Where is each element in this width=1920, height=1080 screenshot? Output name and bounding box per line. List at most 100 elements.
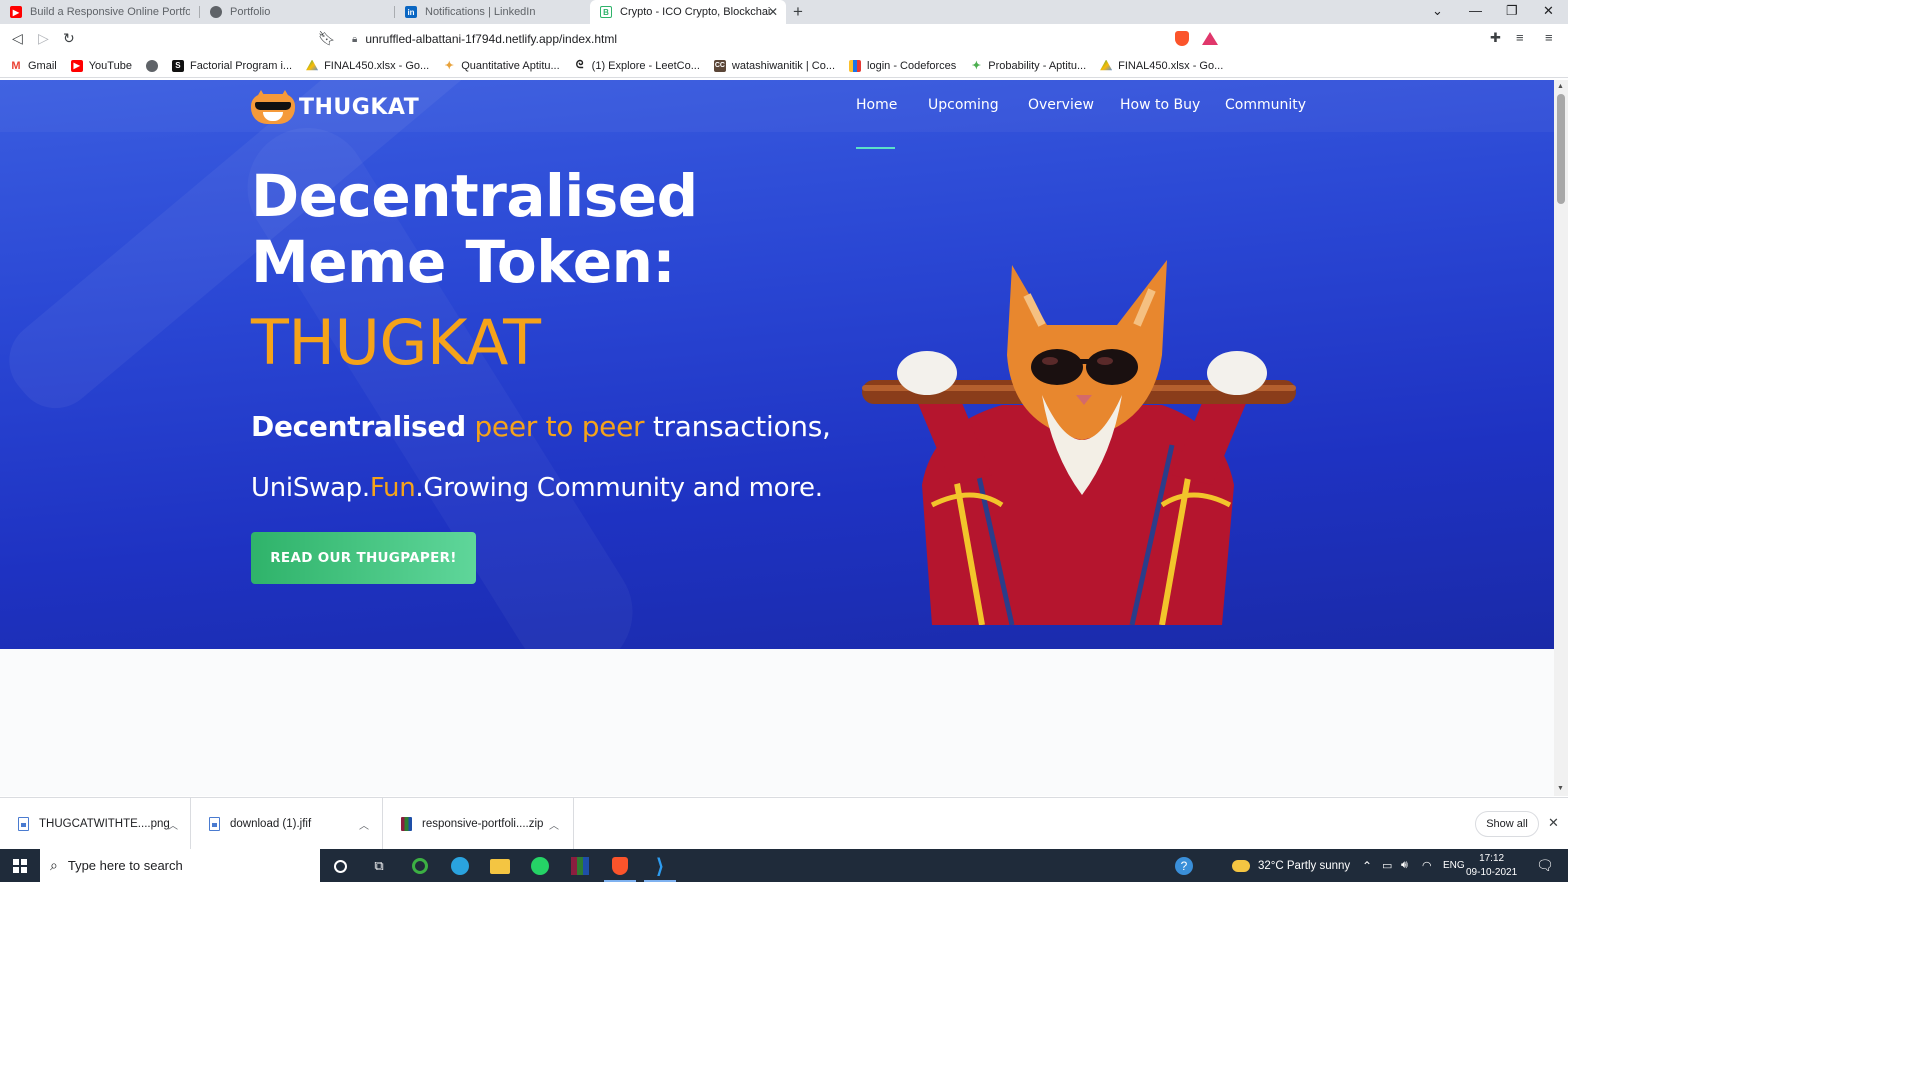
nav-active-indicator xyxy=(856,147,895,149)
reading-list-icon[interactable]: ≡ xyxy=(1516,30,1524,45)
youtube-icon: ▶ xyxy=(10,6,22,18)
menu-icon[interactable]: ≡ xyxy=(1545,30,1553,45)
tagline-text: UniSwap. xyxy=(251,473,370,503)
bookmark-quant[interactable]: ✦ Quantitative Aptitu... xyxy=(443,59,560,72)
bookmark-final450-2[interactable]: FINAL450.xlsx - Go... xyxy=(1100,59,1224,72)
nav-community[interactable]: Community xyxy=(1225,97,1306,113)
nav-overview[interactable]: Overview xyxy=(1028,97,1094,113)
codeforces-icon xyxy=(849,59,862,72)
globe-icon xyxy=(145,59,158,72)
scrollbar-thumb[interactable] xyxy=(1557,94,1565,204)
bookmark-label: Gmail xyxy=(28,59,57,72)
telegram-icon[interactable] xyxy=(448,854,472,878)
download-item[interactable]: THUGCATWITHTE....png ︿ xyxy=(0,798,191,850)
app-green-circle-icon[interactable] xyxy=(408,854,432,878)
bookmark-youtube[interactable]: ▶ YouTube xyxy=(70,59,132,72)
task-view-icon[interactable]: ⧉ xyxy=(367,854,391,878)
chevron-up-icon[interactable]: ︿ xyxy=(549,817,559,832)
aptitude-icon: ✦ xyxy=(970,59,983,72)
download-item[interactable]: download (1).jfif ︿ xyxy=(191,798,383,850)
address-bar[interactable]: 🔒︎ unruffled-albattani-1f794d.netlify.ap… xyxy=(340,27,1225,51)
vscode-taskbar-icon[interactable]: ⟩ xyxy=(644,854,676,882)
taskbar-search-input[interactable]: ⌕ Type here to search xyxy=(40,849,320,882)
tagline-2: UniSwap.Fun.Growing Community and more. xyxy=(251,473,823,503)
browser-toolbar: ◁ ▷ ↻ 🔖︎ 🔒︎ unruffled-albattani-1f794d.n… xyxy=(0,24,1568,54)
page-scrollbar[interactable]: ▲ ▼ xyxy=(1554,80,1568,796)
brave-taskbar-icon[interactable] xyxy=(604,854,636,882)
close-window-icon[interactable]: ✕ xyxy=(1543,3,1554,19)
tab-crypto[interactable]: B Crypto - ICO Crypto, Blockchain & ✕ xyxy=(590,0,786,24)
show-all-downloads-button[interactable]: Show all xyxy=(1475,811,1539,837)
close-downloads-icon[interactable]: ✕ xyxy=(1548,815,1559,831)
windows-start-icon[interactable] xyxy=(13,859,27,873)
notifications-icon[interactable]: 🗨︎ xyxy=(1536,849,1554,882)
tagline-highlight: Fun xyxy=(369,473,416,503)
tab-portfolio[interactable]: Portfolio xyxy=(200,0,395,24)
whatsapp-icon[interactable] xyxy=(528,854,552,878)
tagline-highlight: peer to peer xyxy=(474,410,645,443)
gmail-icon: M xyxy=(10,59,22,72)
hero-section: THUGKAT Home Upcoming Overview How to Bu… xyxy=(0,80,1554,649)
new-tab-icon[interactable]: + xyxy=(793,2,803,22)
nav-how-to-buy[interactable]: How to Buy xyxy=(1120,97,1200,113)
winrar-taskbar-icon[interactable] xyxy=(568,854,592,878)
download-item[interactable]: responsive-portfoli....zip ︿ xyxy=(383,798,574,850)
windows-taskbar: ⌕ Type here to search ⧉ ⟩ ? 32°C Partly … xyxy=(0,849,1568,882)
search-icon: ⌕ xyxy=(50,857,58,873)
headline-line-2: Meme Token: xyxy=(251,228,676,296)
file-explorer-icon[interactable] xyxy=(488,854,512,878)
scroll-down-icon[interactable]: ▼ xyxy=(1557,785,1564,792)
page-viewport: THUGKAT Home Upcoming Overview How to Bu… xyxy=(0,80,1554,796)
extensions-icon[interactable]: ✚ xyxy=(1490,30,1501,46)
thugcat-mascot-image xyxy=(862,260,1296,625)
bookmark-codeforces[interactable]: login - Codeforces xyxy=(849,59,956,72)
chevron-up-icon[interactable]: ︿ xyxy=(168,817,178,832)
cortana-icon[interactable] xyxy=(328,854,352,878)
tab-title: Notifications | LinkedIn xyxy=(425,6,536,18)
site-header xyxy=(0,80,1554,132)
weather-widget[interactable]: 32°C Partly sunny xyxy=(1232,849,1350,882)
bookmark-factorial[interactable]: S Factorial Program i... xyxy=(171,59,292,72)
show-hidden-icons-icon[interactable]: ⌃ xyxy=(1362,849,1372,882)
nav-upcoming[interactable]: Upcoming xyxy=(928,97,999,113)
close-tab-icon[interactable]: ✕ xyxy=(768,5,778,19)
minimize-icon[interactable]: — xyxy=(1469,3,1482,18)
help-icon[interactable]: ? xyxy=(1175,849,1193,882)
bookmark-label: FINAL450.xlsx - Go... xyxy=(1118,59,1224,72)
bookmark-probability[interactable]: ✦ Probability - Aptitu... xyxy=(970,59,1086,72)
bookmark-leetcode[interactable]: ᘓ (1) Explore - LeetCo... xyxy=(573,59,700,72)
restore-icon[interactable]: ❐ xyxy=(1506,3,1518,19)
bookmark-globe[interactable] xyxy=(145,59,158,72)
system-clock[interactable]: 17:12 09-10-2021 xyxy=(1466,852,1517,880)
bookmark-icon[interactable]: 🔖︎ xyxy=(318,30,336,47)
brave-shields-icon[interactable] xyxy=(1175,31,1189,46)
tab-strip: ▶ Build a Responsive Online Portfolio fr… xyxy=(0,0,1568,24)
chevron-up-icon[interactable]: ︿ xyxy=(359,817,369,832)
nav-home[interactable]: Home xyxy=(856,97,897,113)
aptitude-icon: ✦ xyxy=(443,59,456,72)
search-placeholder: Type here to search xyxy=(67,858,183,873)
battery-icon[interactable]: ▭ xyxy=(1382,849,1392,882)
back-icon[interactable]: ◁ xyxy=(12,30,23,47)
wifi-icon[interactable]: ◠ xyxy=(1422,849,1432,882)
headline-token-name: THUGKAT xyxy=(251,306,541,379)
scroll-up-icon[interactable]: ▲ xyxy=(1557,83,1564,90)
tab-search-icon[interactable]: ⌄ xyxy=(1432,3,1443,19)
bookmark-gmail[interactable]: M Gmail xyxy=(10,59,57,72)
tagline-text: .Growing Community and more. xyxy=(415,473,823,503)
volume-icon[interactable]: 🔊︎ xyxy=(1401,849,1408,882)
brave-rewards-icon[interactable] xyxy=(1202,32,1218,45)
reload-icon[interactable]: ↻ xyxy=(63,30,75,47)
s-icon: S xyxy=(171,59,184,72)
site-logo[interactable]: THUGKAT xyxy=(251,90,419,124)
bookmark-label: Quantitative Aptitu... xyxy=(461,59,560,72)
globe-icon xyxy=(210,6,222,18)
lock-icon: 🔒︎ xyxy=(352,33,358,45)
tab-linkedin[interactable]: in Notifications | LinkedIn xyxy=(395,0,590,24)
tab-youtube[interactable]: ▶ Build a Responsive Online Portfolio fr… xyxy=(0,0,200,24)
read-thugpaper-button[interactable]: READ OUR THUGPAPER! xyxy=(251,532,476,584)
bookmark-codechef[interactable]: CC watashiwanitik | Co... xyxy=(713,59,835,72)
forward-icon[interactable]: ▷ xyxy=(38,30,49,47)
bookmark-final450[interactable]: FINAL450.xlsx - Go... xyxy=(306,59,429,72)
language-indicator[interactable]: ENG xyxy=(1443,849,1465,882)
